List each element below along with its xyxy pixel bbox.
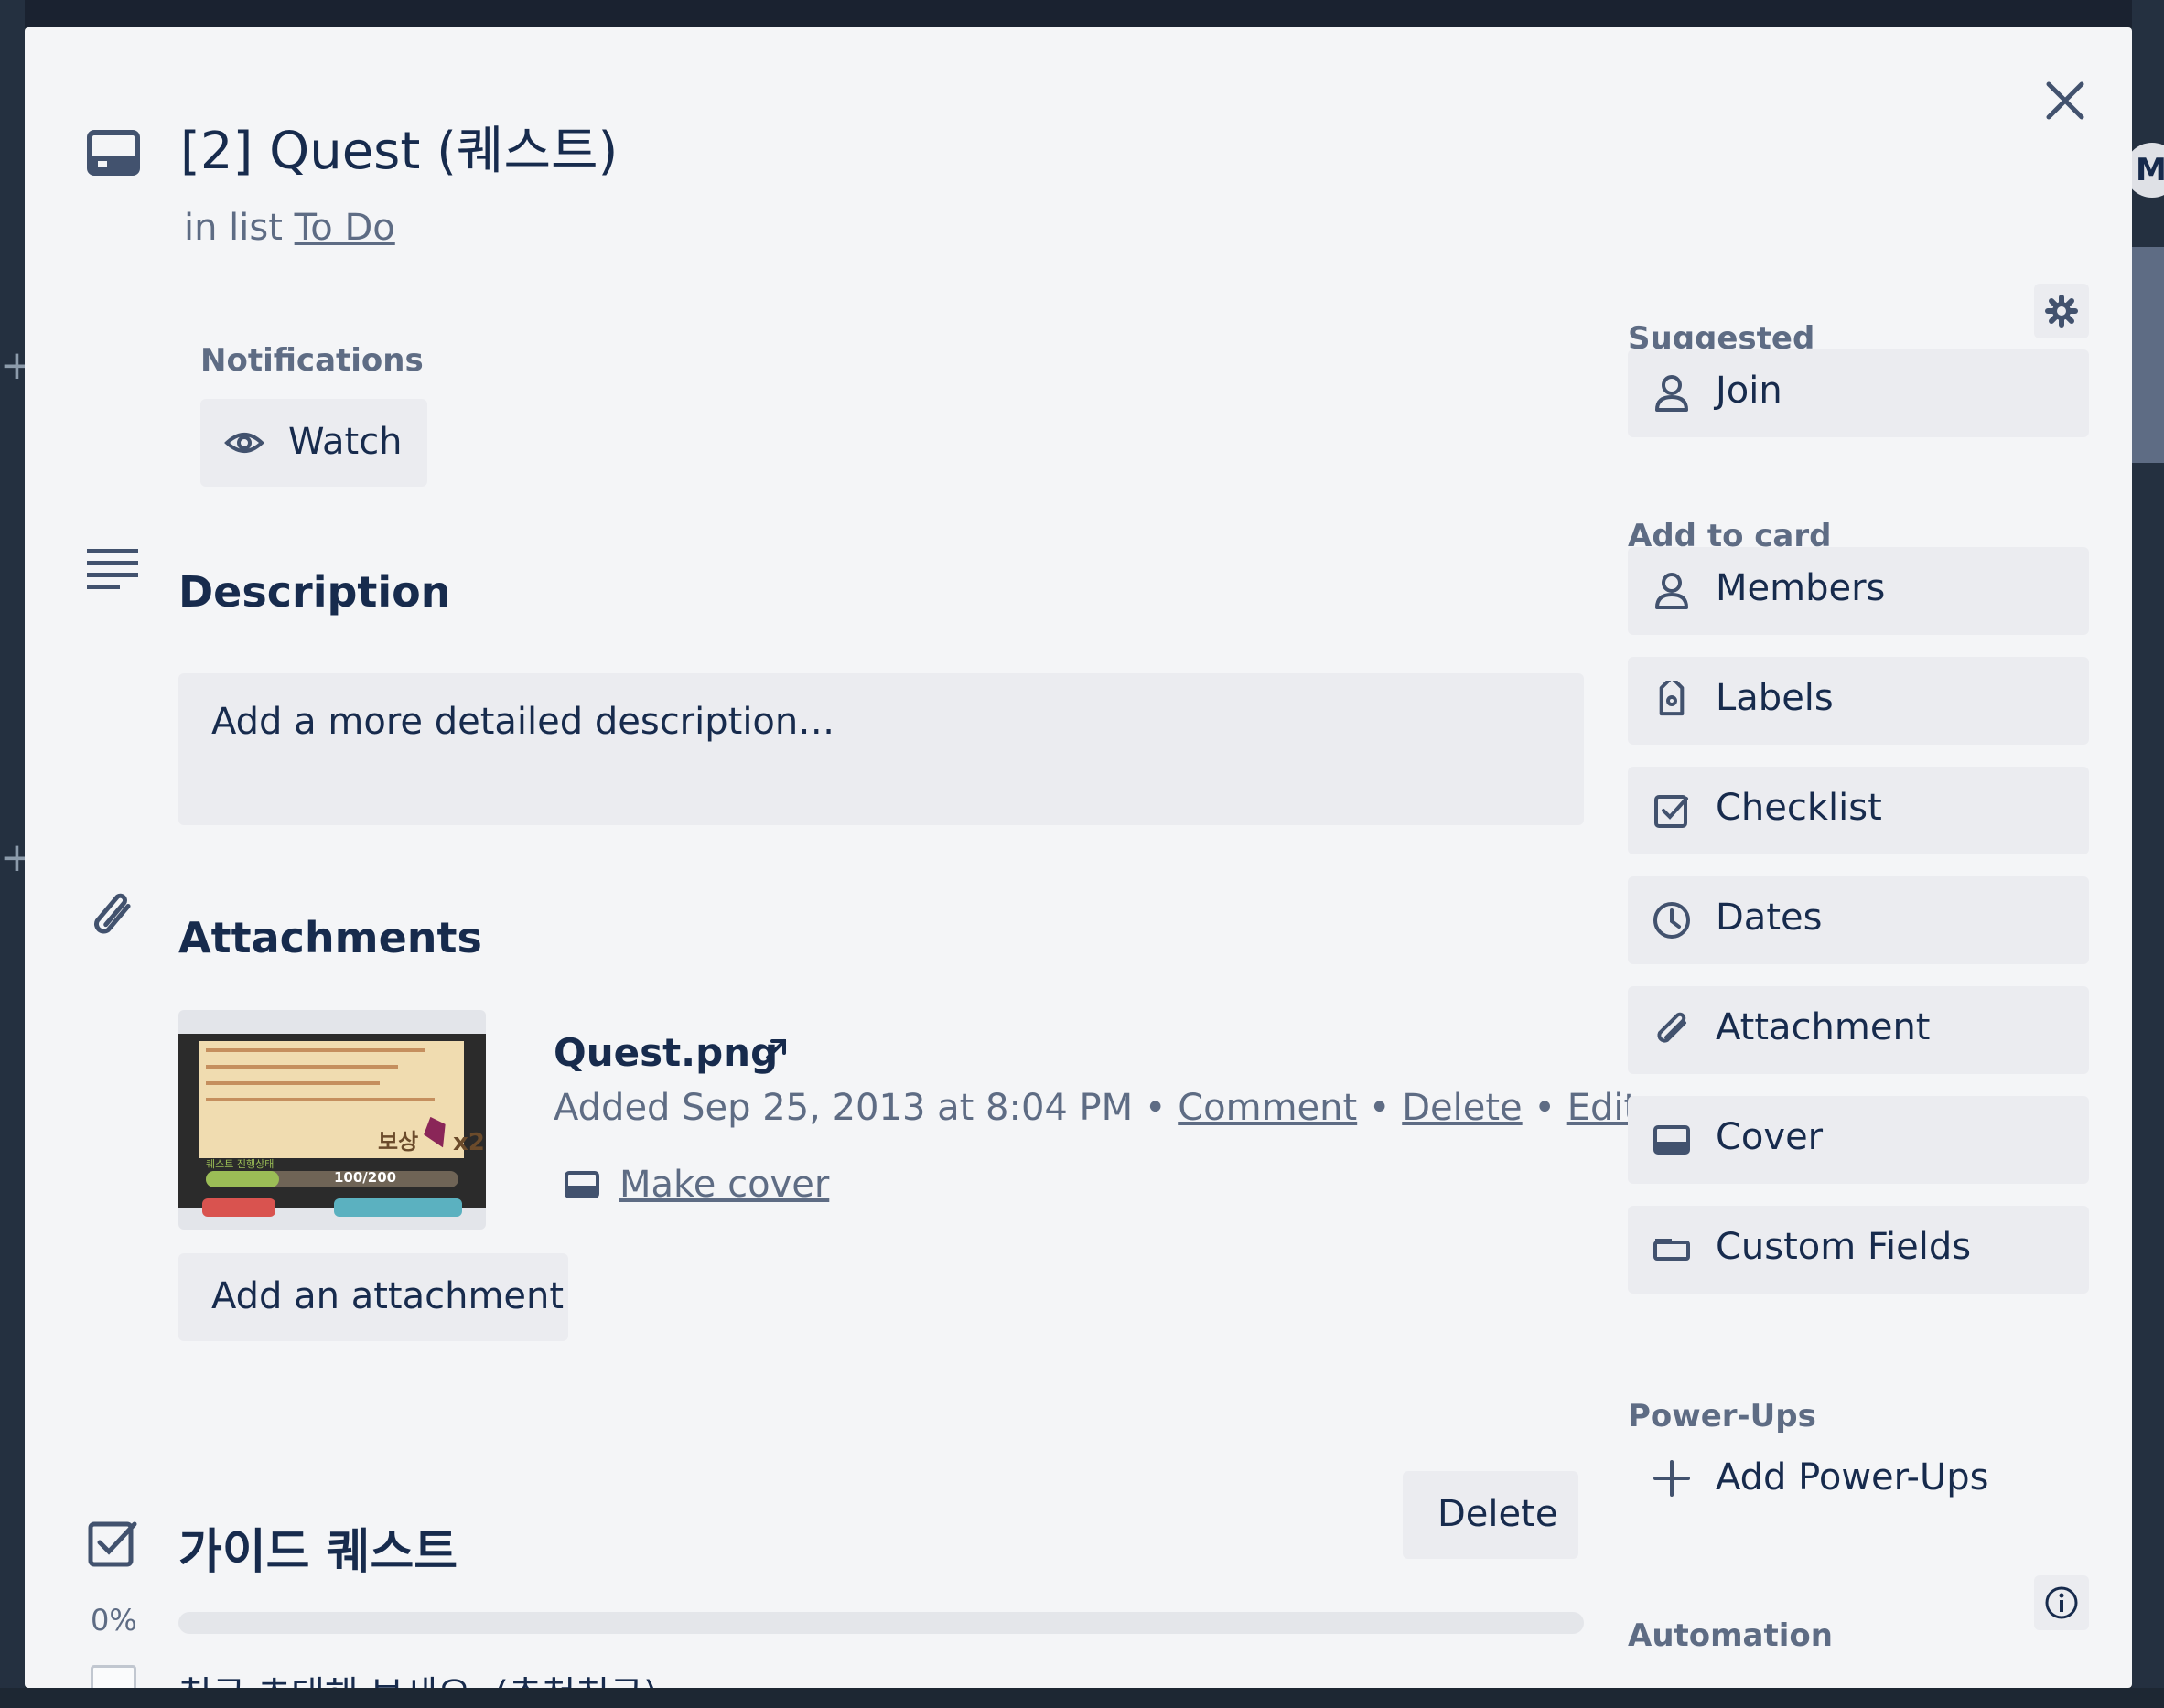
thumbnail-progress-text: 100/200 [334, 1169, 397, 1186]
powerups-label: Power-Ups [1628, 1398, 1816, 1434]
card-icon [87, 130, 140, 176]
attachment-label: Attachment [1716, 1006, 1931, 1048]
notifications-label: Notifications [200, 342, 424, 379]
labels-button[interactable]: Labels [1628, 657, 2089, 745]
attachment-comment-link[interactable]: Comment [1178, 1087, 1357, 1129]
checklist-button[interactable]: Checklist [1628, 767, 2089, 854]
gear-icon [2045, 295, 2078, 328]
custom-fields-button[interactable]: Custom Fields [1628, 1206, 2089, 1294]
checklist-percent: 0% [91, 1603, 137, 1638]
labels-label: Labels [1716, 677, 1834, 719]
thumbnail-teal-button [334, 1198, 462, 1217]
dates-button[interactable]: Dates [1628, 876, 2089, 964]
attachments-title: Attachments [178, 913, 482, 962]
automation-label: Automation [1628, 1617, 1833, 1654]
card-detail-modal: [2] Quest (퀘스트) in list To Do Notificati… [25, 27, 2132, 1688]
thumbnail-progress-bar: 100/200 [206, 1169, 458, 1187]
plus-icon [1653, 1460, 1690, 1497]
person-icon [1652, 571, 1692, 611]
watch-label: Watch [288, 421, 403, 463]
thumbnail-image: 보상 x2 퀘스트 진행상태 100/200 [178, 1034, 486, 1217]
cover-button[interactable]: Cover [1628, 1096, 2089, 1184]
thumbnail-reward-text: 보상 [378, 1129, 419, 1155]
meta-separator: • [1368, 1087, 1391, 1129]
board-scrollbar[interactable] [2132, 247, 2164, 463]
close-button[interactable] [2038, 73, 2093, 128]
thumbnail-multiplier: x2 [453, 1129, 485, 1156]
checklist-label: Checklist [1716, 787, 1882, 829]
description-placeholder: Add a more detailed description… [211, 701, 835, 743]
checklist-delete-label: Delete [1437, 1493, 1558, 1535]
make-cover-link[interactable]: Make cover [619, 1164, 829, 1206]
thumbnail-progress-label: 퀘스트 진행상태 [206, 1158, 275, 1170]
add-powerups-label: Add Power-Ups [1716, 1456, 1989, 1499]
thumbnail-red-button [202, 1198, 275, 1217]
meta-separator: • [1534, 1087, 1556, 1129]
card-cover-icon [1652, 1120, 1692, 1160]
info-icon [2045, 1586, 2078, 1619]
eye-icon [224, 424, 264, 461]
suggested-settings-button[interactable] [2034, 284, 2089, 338]
add-attachment-label: Add an attachment [211, 1275, 565, 1317]
checklist-delete-button[interactable]: Delete [1403, 1471, 1578, 1559]
watch-button[interactable]: Watch [200, 399, 427, 487]
open-external-icon[interactable] [762, 1036, 790, 1063]
in-list-prefix: in list [184, 207, 283, 249]
board-header-backdrop [0, 0, 2164, 27]
attachment-added: Added Sep 25, 2013 at 8:04 PM [554, 1087, 1134, 1129]
close-icon [2046, 81, 2084, 120]
join-label: Join [1716, 370, 1782, 412]
checklist-item-text[interactable]: 친구 초대해 보세요. (추천친구) [178, 1665, 658, 1688]
dates-label: Dates [1716, 897, 1823, 939]
board-bottom-backdrop [0, 1688, 2164, 1708]
automation-info-button[interactable] [2034, 1575, 2089, 1630]
paperclip-icon [1652, 1010, 1692, 1050]
person-icon [1652, 373, 1692, 414]
attachment-thumbnail[interactable]: 보상 x2 퀘스트 진행상태 100/200 [178, 1010, 486, 1230]
add-attachment-button[interactable]: Add an attachment [178, 1253, 568, 1341]
join-button[interactable]: Join [1628, 349, 2089, 437]
attachment-delete-link[interactable]: Delete [1402, 1087, 1522, 1129]
clock-icon [1652, 900, 1692, 940]
members-label: Members [1716, 567, 1886, 609]
add-powerups-button[interactable]: Add Power-Ups [1628, 1436, 2089, 1524]
card-title[interactable]: [2] Quest (퀘스트) [180, 119, 618, 185]
checklist-icon [87, 1519, 138, 1570]
checkbox-icon [1652, 790, 1692, 831]
checklist-title[interactable]: 가이드 퀘스트 [178, 1513, 458, 1582]
custom-fields-label: Custom Fields [1716, 1226, 1972, 1268]
members-button[interactable]: Members [1628, 547, 2089, 635]
thumbnail-progress-fill [206, 1171, 279, 1187]
description-icon [87, 547, 138, 591]
custom-field-icon [1652, 1230, 1692, 1270]
card-list-info: in list To Do [184, 207, 395, 249]
thumbnail-quest-panel: 보상 x2 [199, 1041, 485, 1158]
list-link[interactable]: To Do [295, 207, 395, 249]
gem-icon [419, 1113, 452, 1152]
checklist-progress-bar [178, 1612, 1584, 1634]
tag-icon [1652, 681, 1692, 721]
attachment-meta: Added Sep 25, 2013 at 8:04 PM • Comment … [554, 1087, 1638, 1129]
paperclip-icon [87, 889, 138, 944]
description-input[interactable]: Add a more detailed description… [178, 673, 1584, 825]
attachment-button[interactable]: Attachment [1628, 986, 2089, 1074]
card-cover-icon [565, 1171, 599, 1198]
checklist-item-checkbox[interactable] [91, 1665, 136, 1688]
cover-label: Cover [1716, 1116, 1824, 1158]
attachment-name[interactable]: Quest.png [554, 1030, 778, 1075]
meta-separator: • [1144, 1087, 1167, 1129]
description-title: Description [178, 567, 451, 617]
